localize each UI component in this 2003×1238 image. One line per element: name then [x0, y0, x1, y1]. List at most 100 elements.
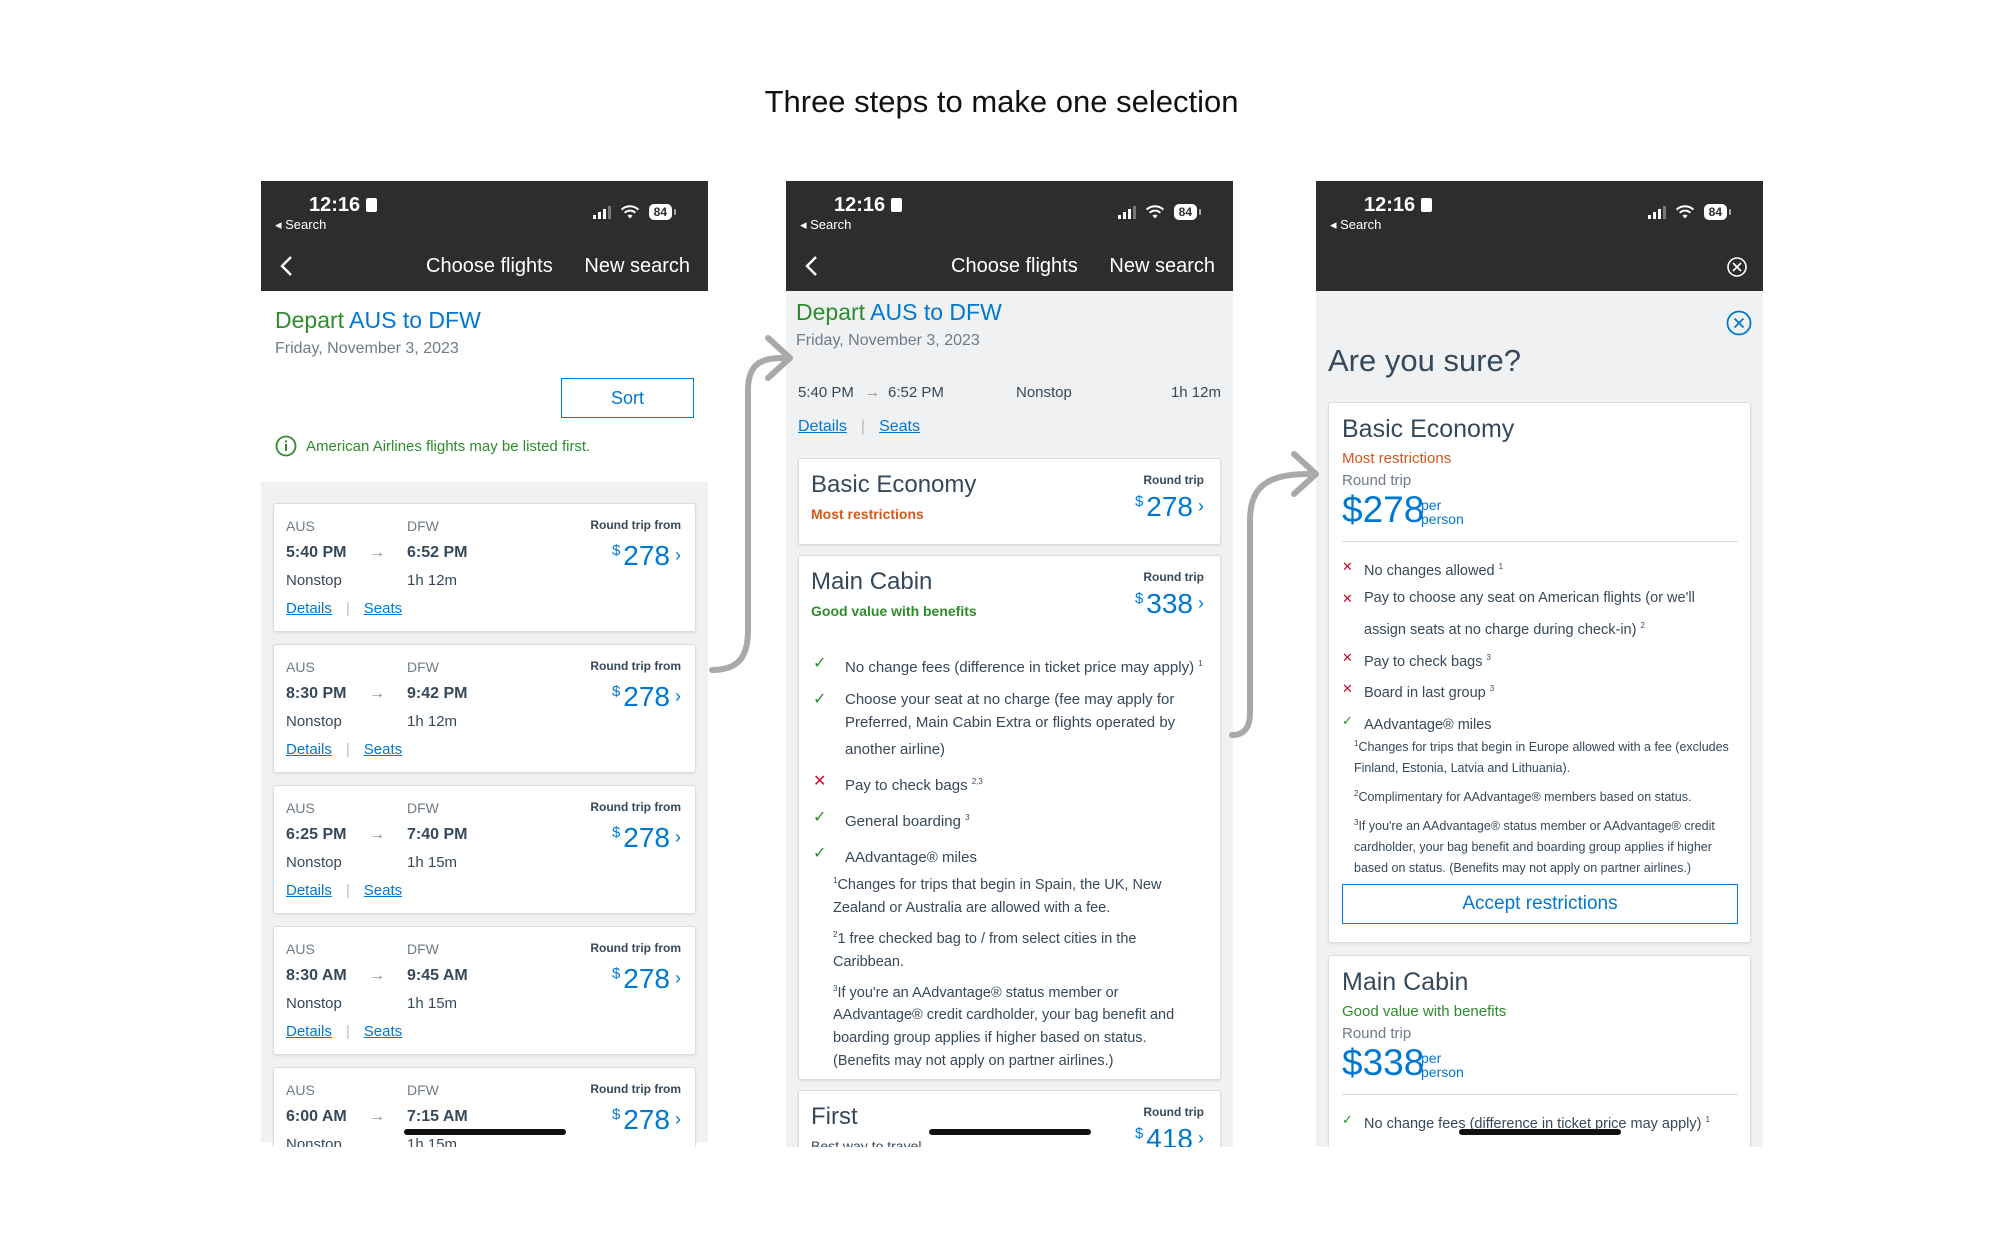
close-circle-icon[interactable] [1725, 309, 1753, 337]
duration: 1h 15m [407, 1136, 458, 1147]
fare-price: $418 › [1134, 1123, 1204, 1147]
flight-card[interactable]: AUSDFW6:00 AM→7:15 AMNonstop1h 15mDetail… [273, 1067, 696, 1147]
arrive-time: 7:40 PM [407, 826, 468, 843]
focus-icon [891, 198, 903, 212]
footnote: 3If you're an AAdvantage® status member … [1354, 818, 1715, 876]
check-icon: ✓ [813, 655, 827, 672]
fare-tagline: Most restrictions [811, 506, 924, 522]
stops: Nonstop [286, 572, 342, 589]
back-to-search-link[interactable]: ◂ Search [275, 217, 326, 233]
fare-features: ✓ No change fees (difference in ticket pr… [809, 652, 1206, 878]
status-time: 12:16 [1364, 194, 1433, 217]
x-icon: ✕ [813, 773, 827, 790]
fare-name: Main Cabin [811, 568, 933, 595]
check-icon: ✓ [1342, 713, 1353, 729]
accept-restrictions-button[interactable]: Accept restrictions [1342, 884, 1738, 924]
back-to-search-link[interactable]: ◂ Search [1330, 217, 1381, 233]
phone-fare-selection: 12:16 ◂ Search 84 Choose flights New sea… [786, 181, 1233, 1147]
feature-item: ✕ No changes allowed 1 [1342, 553, 1738, 585]
feature-item: ✓ AAdvantage® miles [809, 842, 1206, 869]
stops: Nonstop [286, 1136, 342, 1147]
details-link[interactable]: Details [286, 1023, 332, 1040]
details-link[interactable]: Details [286, 600, 332, 617]
focus-icon [366, 198, 378, 212]
fare-card-main-cabin[interactable]: Main Cabin Good value with benefits Roun… [798, 555, 1221, 1080]
depart-time: 6:25 PM [286, 826, 347, 843]
chevron-right-icon: › [675, 686, 681, 706]
fare-card-main-cabin[interactable]: Main Cabin Good value with benefits Roun… [1328, 955, 1751, 1147]
chevron-left-icon[interactable] [800, 253, 826, 279]
wifi-icon [620, 205, 639, 219]
destination-code: DFW [407, 800, 439, 816]
signal-icon [592, 205, 611, 219]
feature-item: ✕ Pay to check bags 2,3 [809, 770, 1206, 797]
arrow-right-icon: → [369, 826, 385, 843]
flight-card[interactable]: AUS DFW 5:40 PM → 6:52 PM Nonstop 1h 12m Detail… [273, 503, 696, 632]
divider [1342, 1094, 1738, 1095]
feature-item: ✓ General boarding 3 [809, 806, 1206, 833]
nav-bar [1316, 243, 1763, 291]
details-link[interactable]: Details [798, 418, 847, 435]
divider [1342, 541, 1738, 542]
chevron-left-icon[interactable] [275, 253, 301, 279]
chevron-right-icon: › [1198, 593, 1204, 613]
fare-price: $278 › [611, 540, 681, 571]
fare-price: $278 › [611, 681, 681, 712]
seats-link[interactable]: Seats [364, 882, 402, 899]
duration: 1h 15m [407, 995, 458, 1012]
footnote: 21 free checked bag to / from select cit… [833, 929, 1137, 970]
arrow-right-icon: → [369, 544, 385, 561]
step-arrow-2 [1229, 451, 1319, 738]
footnote: 2Complimentary for AAdvantage® members b… [1354, 789, 1692, 805]
fare-name: Main Cabin [1342, 968, 1469, 996]
arrive-time: 9:42 PM [407, 685, 468, 702]
seats-link[interactable]: Seats [364, 600, 402, 617]
flight-card[interactable]: AUS DFW 8:30 PM → 9:42 PM Nonstop 1h 12m Detail… [273, 644, 696, 773]
sort-button[interactable]: Sort [561, 378, 694, 418]
round-trip-label: Round trip [1143, 1105, 1204, 1119]
details-link[interactable]: Details [286, 741, 332, 758]
chevron-right-icon: › [1198, 1128, 1204, 1147]
destination-code: DFW [407, 1082, 439, 1098]
arrive-time: 6:52 PM [888, 384, 944, 401]
details-link[interactable]: Details [286, 882, 332, 899]
fare-name: Basic Economy [1342, 415, 1515, 443]
trip-date: Friday, November 3, 2023 [275, 340, 459, 357]
origin-code: AUS [286, 941, 315, 957]
seats-link[interactable]: Seats [879, 418, 920, 435]
fare-name: Basic Economy [811, 471, 977, 498]
fare-footnotes: 1Changes for trips that begin in Spain, … [833, 869, 1202, 1076]
destination-code: DFW [407, 941, 439, 957]
origin-code: AUS [286, 800, 315, 816]
new-search-button[interactable]: New search [584, 255, 690, 278]
stops: Nonstop [286, 713, 342, 730]
home-indicator [403, 1129, 566, 1135]
trip-heading: Depart AUS to DFW [275, 307, 481, 333]
depart-time: 5:40 PM [286, 544, 347, 561]
close-circle-icon[interactable] [1725, 255, 1749, 279]
fare-price: $338 [1342, 1042, 1425, 1083]
fare-price: $278 › [1134, 491, 1204, 522]
arrow-right-icon: → [865, 384, 880, 401]
fare-tagline: Most restrictions [1342, 450, 1452, 467]
check-icon: ✓ [1342, 1138, 1353, 1147]
round-trip-label: Round trip [1143, 473, 1204, 487]
fare-card-basic-economy[interactable]: Basic Economy Most restrictions Round tr… [798, 458, 1221, 545]
fare-card-first[interactable]: First Best way to travel Round trip $418… [798, 1090, 1221, 1147]
new-search-button[interactable]: New search [1109, 255, 1215, 278]
footnote: 3If you're an AAdvantage® status member … [833, 983, 1175, 1070]
flight-card[interactable]: AUS DFW 8:30 AM → 9:45 AM Nonstop 1h 15m Detail… [273, 926, 696, 1055]
status-bar: 12:16 ◂ Search 84 [1316, 181, 1763, 243]
x-icon: ✕ [1342, 559, 1353, 574]
seats-link[interactable]: Seats [364, 1023, 402, 1040]
depart-time: 5:40 PM [798, 384, 854, 401]
fare-price: $278 › [611, 1104, 681, 1135]
chevron-right-icon: › [675, 1109, 681, 1129]
back-to-search-link[interactable]: ◂ Search [800, 217, 851, 233]
chevron-right-icon: › [675, 968, 681, 988]
flight-card[interactable]: AUS DFW 6:25 PM → 7:40 PM Nonstop 1h 15m Detail… [273, 785, 696, 914]
status-bar: 12:16 ◂ Search 84 [786, 181, 1233, 243]
signal-icon [1647, 205, 1666, 219]
seats-link[interactable]: Seats [364, 741, 402, 758]
page-title: Three steps to make one selection [764, 84, 1239, 119]
